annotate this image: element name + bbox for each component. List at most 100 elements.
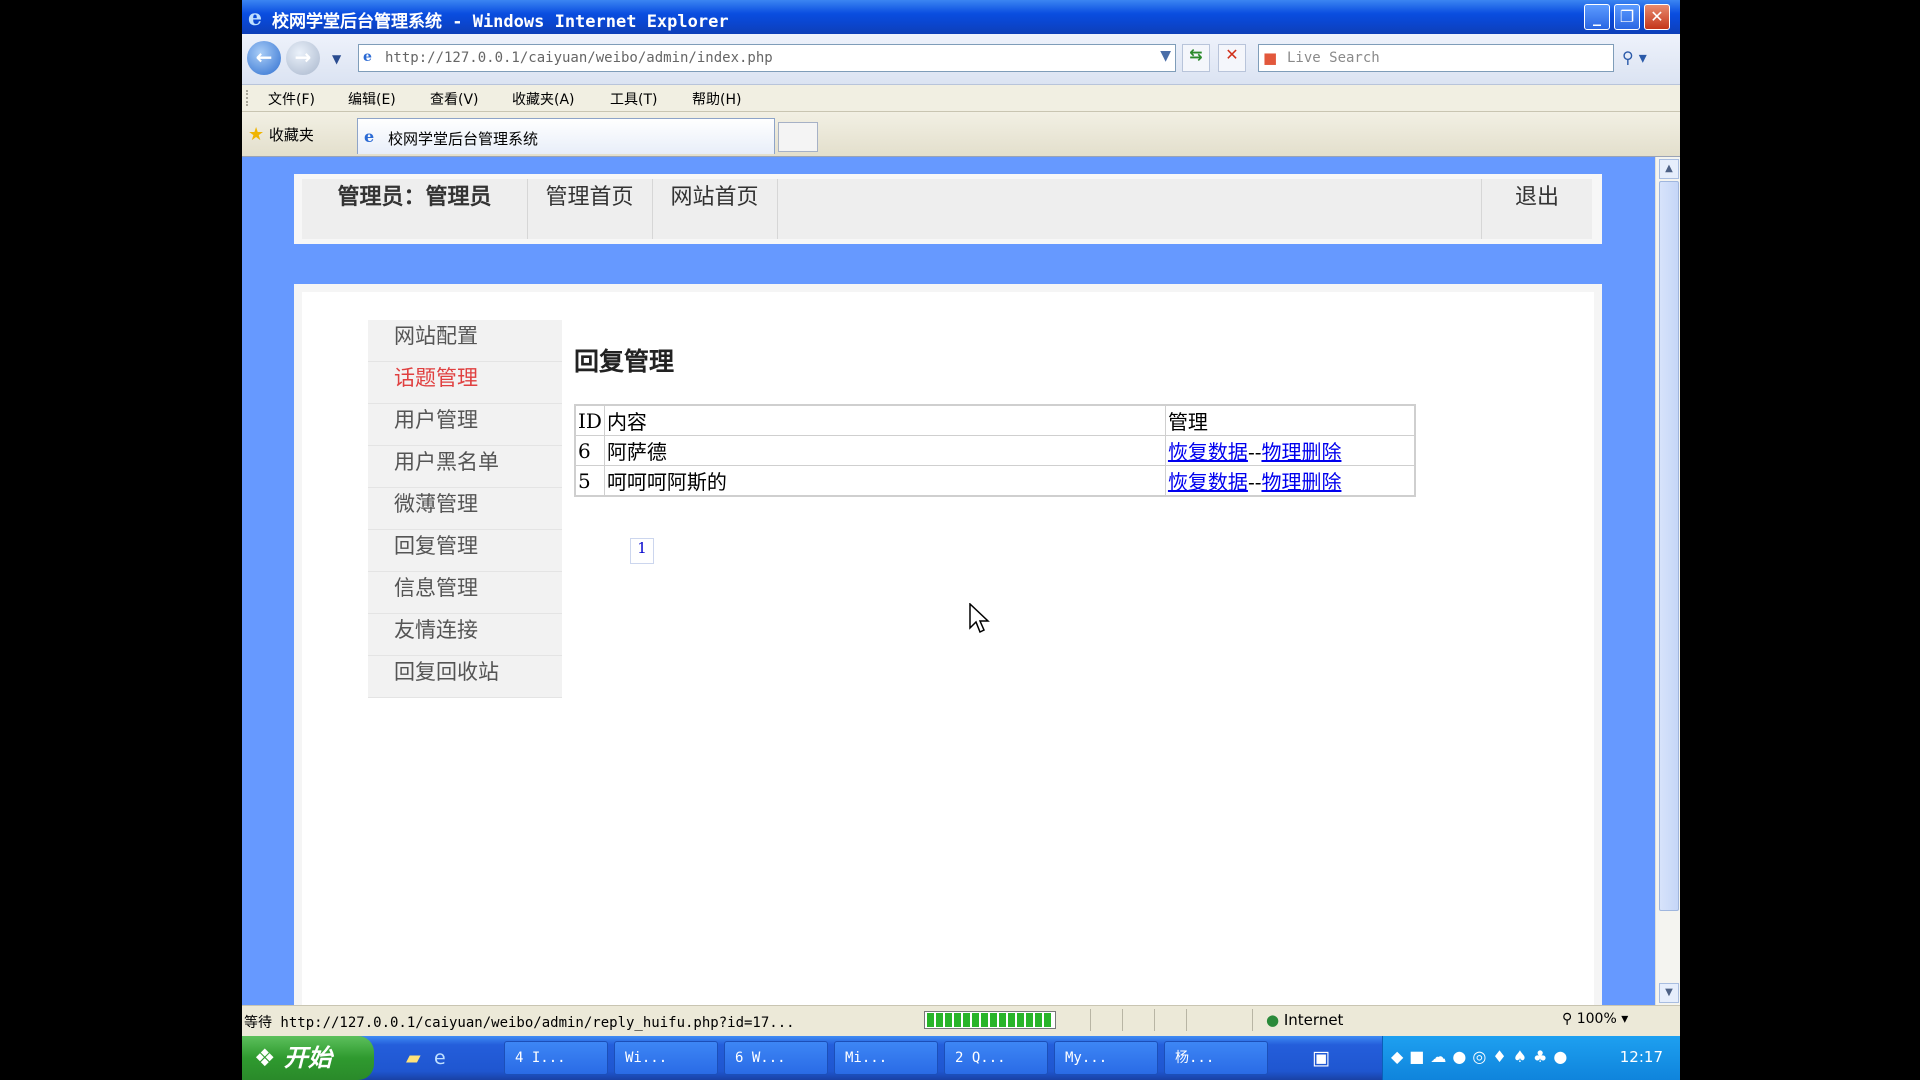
new-tab-button[interactable] (778, 122, 818, 152)
refresh-button[interactable]: ⇆ (1182, 44, 1210, 72)
restore-link[interactable]: 恢复数据 (1168, 470, 1248, 494)
zoom-control[interactable]: ⚲ 100% ▾ (1562, 1011, 1628, 1027)
taskbar-item-my[interactable]: My... (1054, 1041, 1158, 1075)
header-id: ID (574, 404, 605, 436)
tray-icons[interactable]: ◆■☁●◎♦♠♣● (1391, 1047, 1573, 1066)
taskbar-item-explorer[interactable]: 6 W... (724, 1041, 828, 1075)
page-icon: e (363, 49, 372, 65)
stop-button[interactable]: ✕ (1218, 44, 1246, 72)
favorites-label: 收藏夹 (268, 126, 314, 144)
menu-tools[interactable]: 工具(T) (610, 89, 657, 109)
toolbar-grip (246, 90, 251, 106)
restore-button[interactable]: ❐ (1614, 4, 1640, 30)
screen: e 校网学堂后台管理系统 - Windows Internet Explorer… (242, 0, 1680, 1080)
sidebar-item-site-config[interactable]: 网站配置 (368, 320, 562, 362)
globe-icon: ● (1266, 1011, 1280, 1029)
address-dropdown-icon[interactable]: ▼ (1160, 48, 1171, 64)
nav-site-home[interactable]: 网站首页 (652, 179, 778, 239)
search-placeholder: Live Search (1287, 50, 1380, 66)
sidebar: 网站配置 话题管理 用户管理 用户黑名单 微薄管理 回复管理 信息管理 友情连接… (368, 320, 562, 698)
zoom-icon: ⚲ (1562, 1011, 1573, 1027)
restore-link[interactable]: 恢复数据 (1168, 440, 1248, 464)
scroll-up-icon[interactable]: ▲ (1659, 159, 1679, 179)
taskbar-item-qq[interactable]: 2 Q... (944, 1041, 1048, 1075)
status-text: 等待 http://127.0.0.1/caiyuan/weibo/admin/… (244, 1015, 795, 1031)
address-url: http://127.0.0.1/caiyuan/weibo/admin/ind… (385, 50, 773, 66)
menu-file[interactable]: 文件(F) (268, 89, 315, 109)
search-icon: ⚲ (1622, 48, 1634, 67)
start-label: 开始 (283, 1044, 332, 1072)
delete-link[interactable]: 物理删除 (1261, 440, 1341, 464)
menu-help[interactable]: 帮助(H) (692, 89, 741, 109)
taskbar-item-doc[interactable]: 杨... (1164, 1041, 1268, 1075)
sidebar-item-replies[interactable]: 回复管理 (368, 530, 562, 572)
address-bar[interactable]: e http://127.0.0.1/caiyuan/weibo/admin/i… (358, 44, 1176, 72)
admin-label: 管理员：管理员 (302, 179, 528, 239)
zoom-value: 100% (1576, 1011, 1617, 1027)
search-box[interactable]: ■ Live Search (1258, 44, 1614, 72)
status-bar: 等待 http://127.0.0.1/caiyuan/weibo/admin/… (242, 1005, 1680, 1036)
minimize-button[interactable]: _ (1584, 4, 1610, 30)
menu-edit[interactable]: 编辑(E) (348, 89, 396, 109)
status-divider (1252, 1009, 1253, 1031)
navigation-bar: ← → ▼ e http://127.0.0.1/caiyuan/weibo/a… (242, 34, 1680, 85)
action-separator: -- (1247, 470, 1262, 494)
windows-flag-icon: ❖ (254, 1044, 276, 1072)
row-content: 呵呵呵阿斯的 (603, 465, 1166, 497)
browser-tab[interactable]: e 校网学堂后台管理系统 (357, 118, 775, 154)
loading-progress (924, 1011, 1056, 1029)
vertical-scrollbar[interactable]: ▲ ▼ (1655, 157, 1680, 1005)
reply-table: ID 内容 管理 6 阿萨德 恢复数据--物理删除 5 呵呵呵阿斯的 恢复数据-… (574, 404, 1416, 497)
menu-view[interactable]: 查看(V) (430, 89, 479, 109)
sidebar-item-links[interactable]: 友情连接 (368, 614, 562, 656)
sidebar-item-topics[interactable]: 话题管理 (368, 362, 562, 404)
sidebar-item-messages[interactable]: 信息管理 (368, 572, 562, 614)
sidebar-item-reply-recycle[interactable]: 回复回收站 (368, 656, 562, 698)
row-id: 6 (574, 435, 605, 466)
scroll-thumb[interactable] (1659, 181, 1679, 911)
forward-button[interactable]: → (286, 41, 320, 75)
window-title: 校网学堂后台管理系统 - Windows Internet Explorer (272, 12, 729, 32)
start-button[interactable]: ❖ 开始 (242, 1036, 374, 1080)
security-zone[interactable]: ● Internet (1266, 1011, 1343, 1029)
back-button[interactable]: ← (247, 41, 281, 75)
action-separator: -- (1247, 440, 1262, 464)
page-title: 回复管理 (574, 347, 675, 376)
pager-page-link[interactable]: 1 (630, 538, 654, 564)
nav-admin-home[interactable]: 管理首页 (527, 179, 653, 239)
tab-title: 校网学堂后台管理系统 (388, 130, 539, 148)
taskbar-item-window[interactable]: Wi... (614, 1041, 718, 1075)
favorites-button[interactable]: ★ 收藏夹 (248, 124, 314, 145)
table-row: 5 呵呵呵阿斯的 恢复数据--物理删除 (574, 465, 1416, 497)
row-content: 阿萨德 (603, 435, 1166, 466)
star-icon: ★ (248, 124, 265, 145)
folder-icon[interactable]: ▰ (406, 1047, 421, 1069)
main-panel-inner: 网站配置 话题管理 用户管理 用户黑名单 微薄管理 回复管理 信息管理 友情连接… (302, 292, 1594, 1005)
live-search-logo-icon: ■ (1263, 49, 1278, 67)
system-tray: ◆■☁●◎♦♠♣● 12:17 (1382, 1036, 1680, 1080)
menu-favorites[interactable]: 收藏夹(A) (512, 89, 575, 109)
zone-label: Internet (1283, 1011, 1344, 1029)
logout-link[interactable]: 退出 (1481, 179, 1592, 239)
taskbar-item-excel[interactable]: Mi... (834, 1041, 938, 1075)
mouse-cursor-icon (969, 603, 990, 634)
scroll-down-icon[interactable]: ▼ (1659, 983, 1679, 1003)
progress-fill (927, 1013, 1053, 1027)
row-id: 5 (574, 465, 605, 497)
header-content: 内容 (603, 404, 1166, 436)
delete-link[interactable]: 物理删除 (1261, 470, 1341, 494)
sidebar-item-blacklist[interactable]: 用户黑名单 (368, 446, 562, 488)
page-viewport: 管理员：管理员 管理首页 网站首页 退出 网站配置 话题管理 用户管理 用户黑名… (242, 157, 1680, 1005)
sidebar-item-users[interactable]: 用户管理 (368, 404, 562, 446)
taskbar-item-ie[interactable]: 4 I... (504, 1041, 608, 1075)
close-button[interactable]: ✕ (1644, 4, 1670, 30)
tab-page-icon: e (364, 127, 375, 146)
show-desktop-icon[interactable]: ▣ (1312, 1047, 1330, 1069)
status-divider (1154, 1009, 1155, 1031)
menu-bar: 文件(F) 编辑(E) 查看(V) 收藏夹(A) 工具(T) 帮助(H) (242, 85, 1680, 112)
history-dropdown-icon[interactable]: ▼ (332, 52, 341, 66)
title-bar: e 校网学堂后台管理系统 - Windows Internet Explorer… (242, 0, 1680, 34)
ie-quicklaunch-icon[interactable]: e (434, 1047, 446, 1069)
sidebar-item-weibo[interactable]: 微薄管理 (368, 488, 562, 530)
search-button[interactable]: ⚲ ▾ (1622, 44, 1672, 72)
